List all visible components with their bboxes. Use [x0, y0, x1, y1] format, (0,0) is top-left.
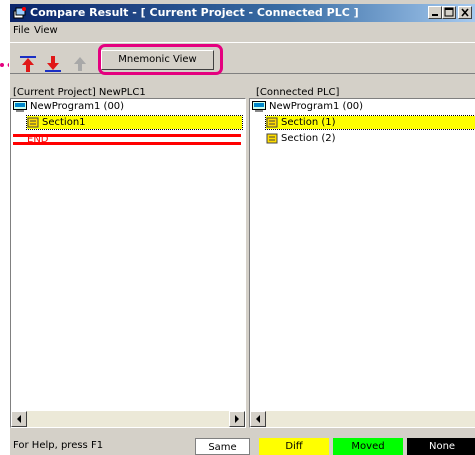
app-icon	[13, 7, 26, 19]
move-down-icon[interactable]	[44, 55, 62, 73]
minimize-icon	[432, 14, 438, 16]
arrow-left-icon	[256, 415, 260, 423]
program-icon	[252, 100, 266, 112]
maximize-icon	[444, 7, 454, 17]
left-panel-header: [Current Project] NewPLC1	[13, 87, 146, 98]
legend-same: Same	[195, 438, 250, 455]
disabled-tool-icon	[74, 57, 86, 71]
window-title: Compare Result - [ Current Project - Con…	[30, 6, 359, 19]
program-icon	[13, 100, 27, 112]
tree-item-section[interactable]: Section (2)	[266, 132, 336, 145]
legend-moved: Moved	[333, 438, 403, 455]
section-icon	[27, 117, 39, 127]
scroll-left-button[interactable]	[250, 411, 266, 427]
tree-item-program[interactable]: NewProgram1 (00)	[13, 100, 124, 113]
tree-item-section-diff[interactable]: Section1	[26, 115, 243, 130]
left-horizontal-scrollbar[interactable]	[11, 411, 245, 427]
section-icon	[266, 133, 278, 143]
right-horizontal-scrollbar[interactable]	[250, 411, 475, 427]
minimize-button[interactable]	[428, 6, 442, 19]
tree-item-section-diff[interactable]: Section (1)	[265, 115, 475, 130]
section-icon	[266, 117, 278, 127]
maximize-button[interactable]	[442, 6, 456, 19]
status-help-text: For Help, press F1	[13, 440, 104, 451]
close-button[interactable]	[458, 6, 472, 19]
compare-result-window: Compare Result - [ Current Project - Con…	[9, 0, 475, 455]
status-bar: For Help, press F1 Same Diff Moved None	[10, 436, 475, 455]
menu-view[interactable]: View	[34, 25, 58, 36]
scroll-left-button[interactable]	[11, 411, 27, 427]
close-icon	[461, 8, 469, 17]
arrow-right-icon	[235, 415, 239, 423]
scroll-right-button[interactable]	[229, 411, 245, 427]
title-bar: Compare Result - [ Current Project - Con…	[10, 4, 475, 22]
right-panel-header: [Connected PLC]	[256, 87, 340, 98]
right-tree-panel[interactable]: NewProgram1 (00) Section (1) Section (2)	[249, 98, 475, 428]
tree-item-end[interactable]: END	[27, 133, 49, 146]
legend-diff: Diff	[259, 438, 329, 455]
menu-bar: File View	[10, 22, 475, 40]
left-tree-panel[interactable]: NewProgram1 (00) Section1 END	[10, 98, 246, 428]
annotation-highlight-ring	[98, 44, 223, 75]
move-up-icon[interactable]	[19, 55, 37, 73]
arrow-left-icon	[17, 415, 21, 423]
menu-file[interactable]: File	[13, 25, 30, 36]
legend-none: None	[407, 438, 475, 455]
tree-item-program[interactable]: NewProgram1 (00)	[252, 100, 363, 113]
